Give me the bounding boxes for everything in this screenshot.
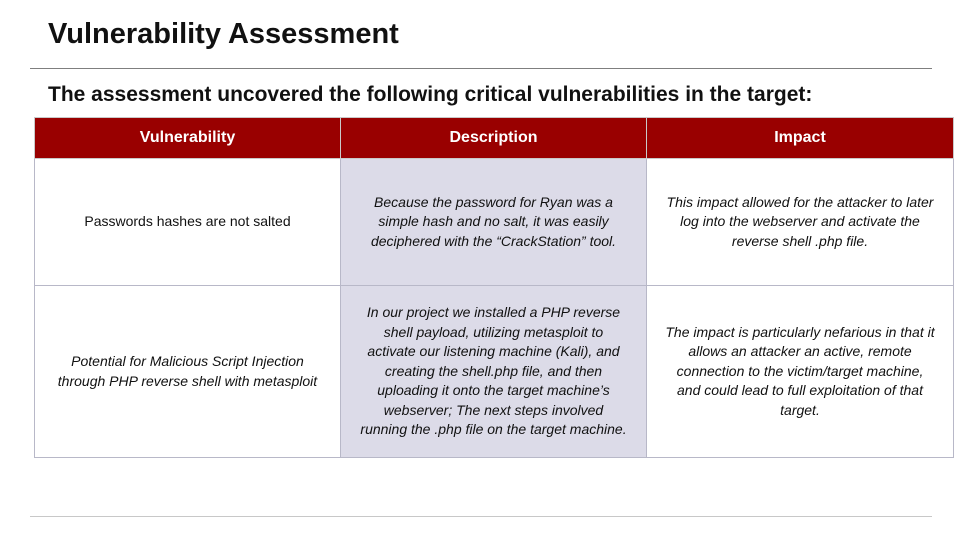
description-cell: In our project we installed a PHP revers… (340, 285, 647, 458)
table-header-row: Vulnerability Description Impact (34, 117, 954, 159)
description-cell: Because the password for Ryan was a simp… (340, 158, 647, 286)
vulnerability-table: Vulnerability Description Impact Passwor… (34, 117, 954, 458)
table-row: Potential for Malicious Script Injection… (34, 285, 954, 458)
slide-title: Vulnerability Assessment (48, 18, 399, 50)
vulnerability-cell: Passwords hashes are not salted (34, 158, 341, 286)
header-impact: Impact (646, 117, 954, 159)
slide-subtitle: The assessment uncovered the following c… (48, 83, 813, 106)
title-divider (30, 68, 932, 69)
table-row: Passwords hashes are not salted Because … (34, 158, 954, 286)
impact-cell: The impact is particularly nefarious in … (646, 285, 954, 458)
header-vulnerability: Vulnerability (34, 117, 341, 159)
impact-cell: This impact allowed for the attacker to … (646, 158, 954, 286)
header-description: Description (340, 117, 647, 159)
vulnerability-cell: Potential for Malicious Script Injection… (34, 285, 341, 458)
footer-divider (30, 516, 932, 517)
